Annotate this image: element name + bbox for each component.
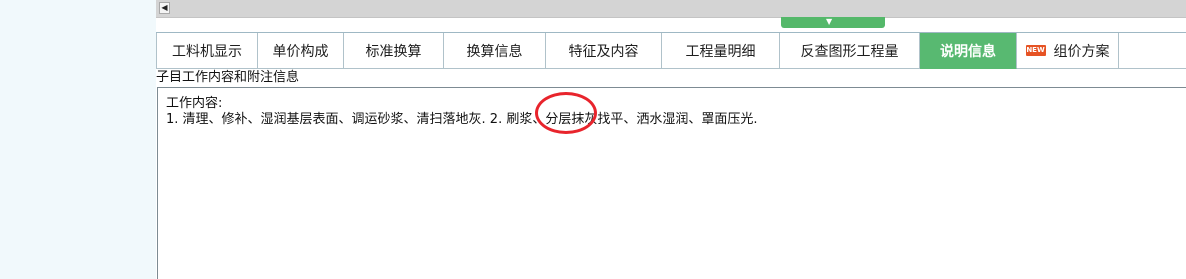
tab-label: 单价构成 [272,43,329,60]
new-badge-icon: NEW [1025,45,1046,56]
panel-collapse-handle[interactable]: ▼ [781,17,885,28]
description-text-area[interactable]: 工作内容: 1. 清理、修补、湿润基层表面、调运砂浆、清扫落地灰. 2. 刷浆、… [157,87,1186,279]
horizontal-scrollbar[interactable]: ◀ [156,0,1186,18]
tab-label: 工程量明细 [685,43,756,60]
left-panel-gutter [0,0,156,279]
tab-label: 反查图形工程量 [800,43,899,60]
tab-features-and-content[interactable]: 特征及内容 [546,33,662,69]
tab-bar-filler [1119,33,1186,69]
tab-pricing-scheme[interactable]: NEW 组价方案 [1017,33,1119,69]
section-title: 子目工作内容和附注信息 [156,70,300,85]
tab-label: 工料机显示 [172,43,242,60]
tab-conversion-info[interactable]: 换算信息 [444,33,546,69]
tab-label: 组价方案 [1053,43,1110,60]
tab-material-machine-display[interactable]: 工料机显示 [156,33,258,69]
work-content-text: 1. 清理、修补、湿润基层表面、调运砂浆、清扫落地灰. 2. 刷浆、分层抹灰找平… [166,112,758,127]
tab-unit-price-composition[interactable]: 单价构成 [258,33,344,69]
tab-label: 换算信息 [466,43,523,60]
tab-label: 说明信息 [940,43,996,60]
chevron-down-icon: ▼ [826,17,833,26]
tab-quantity-details[interactable]: 工程量明细 [662,33,780,69]
tab-label: 标准换算 [365,43,422,60]
scroll-left-arrow-icon[interactable]: ◀ [159,2,170,14]
tab-label: 特征及内容 [568,43,639,60]
tab-standard-conversion[interactable]: 标准换算 [344,33,444,69]
detail-tab-bar: 工料机显示 单价构成 标准换算 换算信息 特征及内容 工程量明细 反查图形工程量… [156,32,1186,69]
tab-reverse-lookup-graphic-quantity[interactable]: 反查图形工程量 [780,33,920,69]
tab-description-info[interactable]: 说明信息 [920,33,1017,69]
work-content-heading: 工作内容: [166,96,223,111]
